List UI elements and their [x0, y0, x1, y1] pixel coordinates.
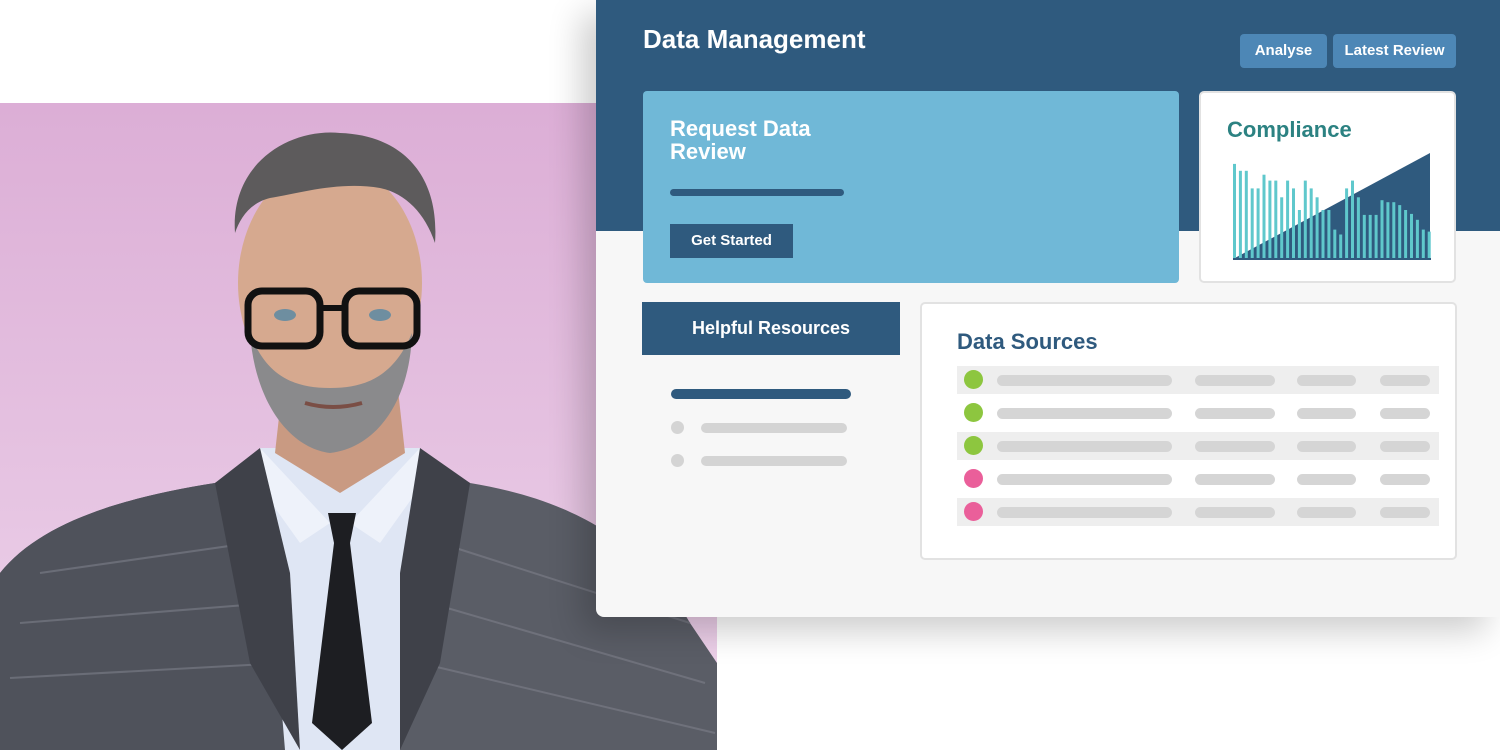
cell-placeholder [1195, 507, 1275, 518]
cell-placeholder [1380, 375, 1430, 386]
chart-bar [1374, 214, 1378, 259]
compliance-title: Compliance [1227, 117, 1352, 142]
chart-bar [1410, 213, 1413, 259]
cell-placeholder [997, 408, 1172, 419]
cell-placeholder [997, 375, 1172, 386]
chart-bar [1309, 188, 1313, 259]
chart-bar [1280, 197, 1284, 259]
status-dot-icon [964, 502, 983, 521]
chart-bar [1297, 210, 1301, 259]
data-sources-title: Data Sources [957, 329, 1098, 354]
resource-item[interactable] [671, 454, 851, 468]
resource-line [701, 456, 847, 466]
cell-placeholder [1195, 474, 1275, 485]
cell-placeholder [1297, 507, 1356, 518]
resources-heading-line [671, 389, 851, 399]
page-title: Data Management [643, 24, 866, 54]
chart-bar [1333, 229, 1337, 259]
status-dot-icon [964, 370, 983, 389]
compliance-chart [1233, 153, 1431, 260]
data-source-row[interactable] [957, 498, 1439, 526]
cell-placeholder [1380, 408, 1430, 419]
cell-placeholder [1195, 375, 1275, 386]
chart-bar [1315, 197, 1319, 259]
chart-bar [1368, 214, 1372, 259]
status-dot-icon [964, 469, 983, 488]
latest-review-button[interactable]: Latest Review [1333, 34, 1456, 68]
chart-bar [1362, 214, 1366, 259]
chart-bar [1398, 205, 1402, 259]
chart-bar [1238, 170, 1242, 259]
helpful-resources-button[interactable]: Helpful Resources [642, 302, 900, 355]
request-card-title: Request Data Review [670, 116, 811, 164]
chart-bar [1339, 234, 1343, 259]
compliance-card: Compliance [1199, 91, 1456, 283]
cell-placeholder [1195, 441, 1275, 452]
chart-bar [1256, 188, 1260, 259]
resource-item[interactable] [671, 421, 851, 435]
cell-placeholder [1297, 441, 1356, 452]
data-sources-card: Data Sources [920, 302, 1457, 560]
placeholder-line [670, 189, 844, 196]
chart-bar [1356, 197, 1360, 259]
request-data-review-card: Request Data Review Get Started [643, 91, 1179, 283]
chart-bar [1292, 188, 1295, 259]
chart-bar [1250, 188, 1254, 259]
bullet-dot-icon [671, 454, 684, 467]
status-dot-icon [964, 436, 983, 455]
dashboard-window: Data Management Analyse Latest Review Re… [596, 0, 1500, 617]
cell-placeholder [997, 441, 1172, 452]
data-source-row[interactable] [957, 399, 1439, 427]
chart-bar [1327, 210, 1331, 259]
chart-bar [1380, 200, 1384, 259]
chart-bar [1274, 180, 1278, 259]
cell-placeholder [1380, 507, 1430, 518]
cell-placeholder [1380, 441, 1430, 452]
cell-placeholder [1195, 408, 1275, 419]
chart-bar [1262, 174, 1266, 259]
cell-placeholder [1297, 474, 1356, 485]
chart-bar [1351, 180, 1354, 259]
chart-bar [1415, 219, 1419, 259]
chart-bar [1427, 231, 1431, 259]
data-source-row[interactable] [957, 366, 1439, 394]
chart-bar [1345, 188, 1349, 259]
chart-bar [1286, 180, 1290, 259]
chart-bar [1268, 180, 1272, 259]
chart-bar [1404, 210, 1408, 259]
get-started-button[interactable]: Get Started [670, 224, 793, 258]
data-source-row[interactable] [957, 432, 1439, 460]
cell-placeholder [997, 474, 1172, 485]
analyse-button[interactable]: Analyse [1240, 34, 1327, 68]
status-dot-icon [964, 403, 983, 422]
cell-placeholder [1297, 408, 1356, 419]
data-source-row[interactable] [957, 465, 1439, 493]
cell-placeholder [1297, 375, 1356, 386]
chart-bar [1321, 210, 1325, 259]
cell-placeholder [1380, 474, 1430, 485]
chart-bar [1303, 180, 1307, 259]
chart-bar [1392, 202, 1396, 259]
resource-line [701, 423, 847, 433]
bullet-dot-icon [671, 421, 684, 434]
chart-bar [1233, 163, 1236, 259]
chart-bar [1244, 170, 1248, 259]
cell-placeholder [997, 507, 1172, 518]
chart-bar [1386, 202, 1390, 259]
chart-bar [1421, 229, 1425, 259]
